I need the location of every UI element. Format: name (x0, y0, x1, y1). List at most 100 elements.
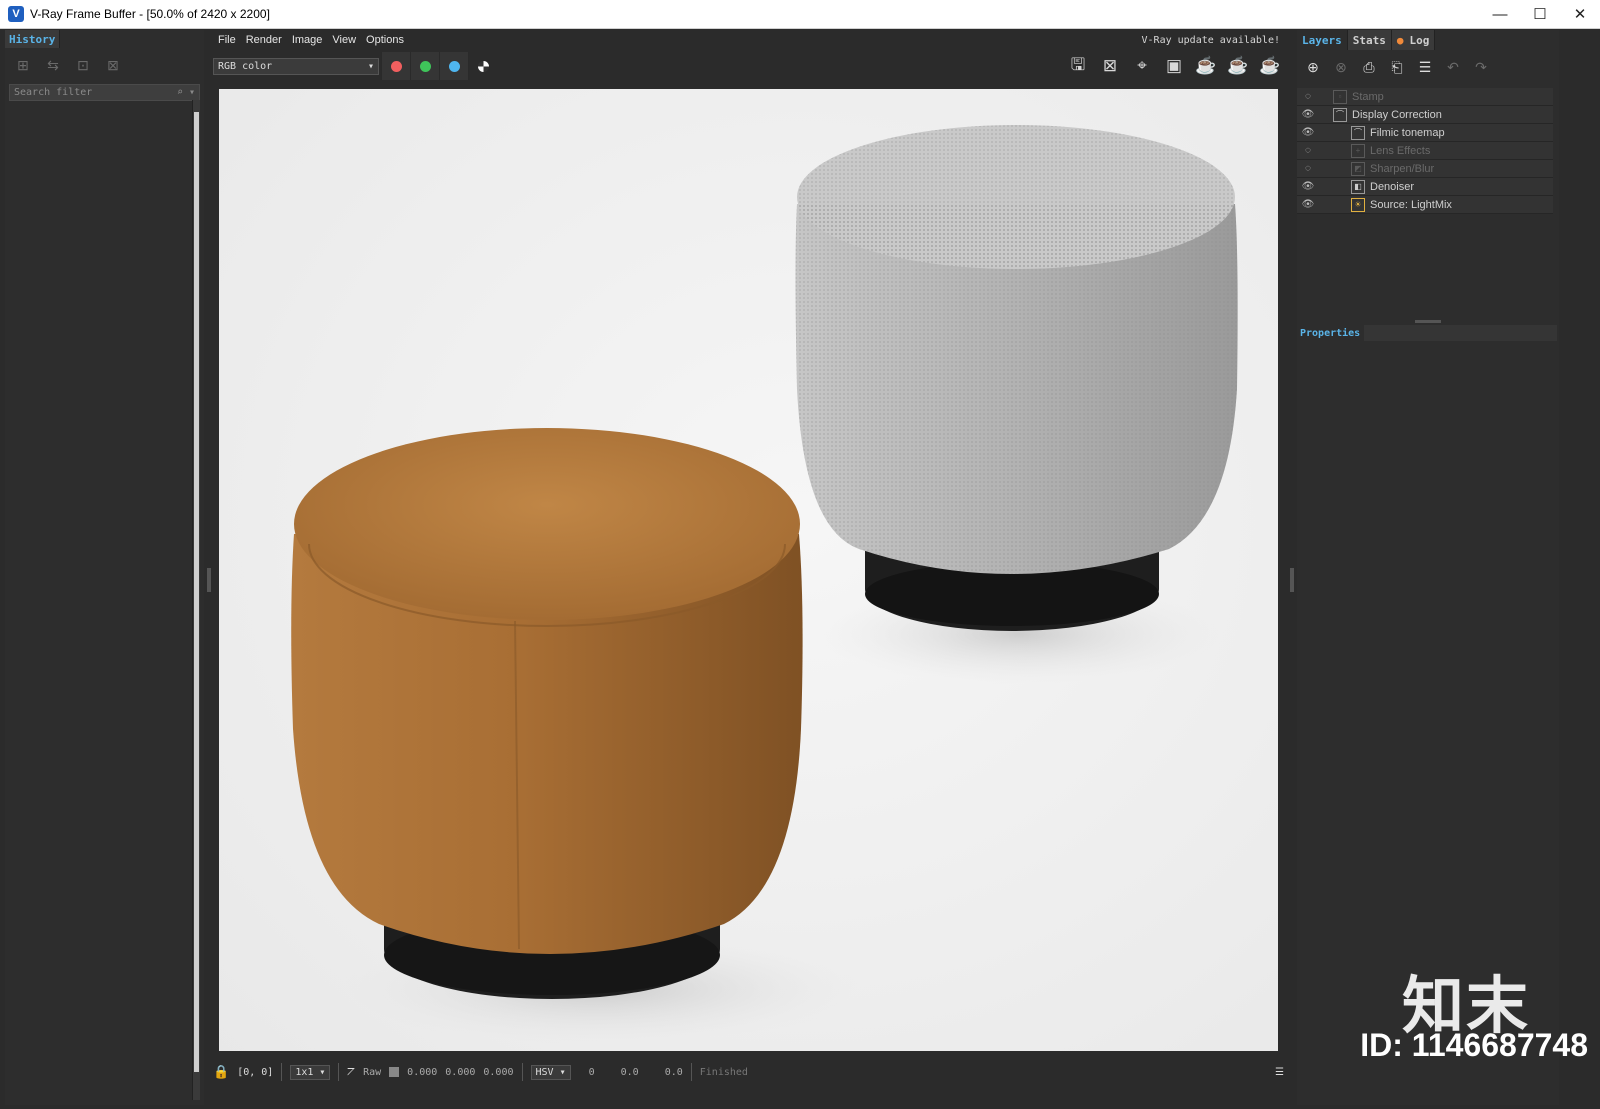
lens-layer-icon: + (1351, 143, 1365, 158)
lightmix-layer-icon: ☀ (1351, 197, 1365, 212)
update-notice[interactable]: V-Ray update available! (1142, 35, 1280, 46)
sharpen-layer-icon: ◩ (1351, 161, 1365, 176)
console-icon[interactable]: ☰ (1275, 1067, 1284, 1078)
render-status: Finished (699, 1066, 748, 1078)
value-g: 0.000 (445, 1066, 476, 1078)
menu-view[interactable]: View (327, 34, 361, 46)
layer-label: Sharpen/Blur (1370, 162, 1435, 175)
redo-icon[interactable]: ↷ (1471, 58, 1491, 76)
right-edge-scrollbar[interactable] (1592, 30, 1600, 1109)
layer-display-correction[interactable]: 👁 ⌒ Display Correction (1297, 106, 1553, 124)
menu-options[interactable]: Options (361, 34, 409, 46)
blue-dot-icon (448, 60, 460, 72)
interactive-render-icon[interactable]: ☕ (1194, 54, 1218, 78)
history-panel: History ⊞ ⇆ ⊡ ⊠ Search filter ⌕ ▾ (5, 30, 204, 1105)
layer-denoiser[interactable]: 👁 ◧ Denoiser (1297, 178, 1553, 196)
red-channel-button[interactable] (381, 52, 410, 80)
eye-icon[interactable]: 👁 (1297, 181, 1319, 192)
tab-stats[interactable]: Stats (1347, 30, 1392, 50)
eye-off-icon[interactable]: ◌ (1297, 163, 1319, 174)
render-viewport[interactable] (219, 89, 1278, 1051)
eye-icon[interactable]: 👁 (1297, 127, 1319, 138)
left-splitter[interactable] (206, 30, 212, 1105)
raw-label: Raw (363, 1066, 382, 1078)
layer-list-icon[interactable]: ☰ (1415, 58, 1435, 76)
layer-source-lightmix[interactable]: 👁 ☀ Source: LightMix (1297, 196, 1553, 214)
tab-log[interactable]: ● Log (1391, 30, 1436, 50)
layer-tree: ◌ ▫ Stamp 👁 ⌒ Display Correction 👁 ⌒ Filmic to… (1297, 88, 1559, 214)
load-layers-icon[interactable]: ⎗ (1387, 58, 1407, 76)
minimize-button[interactable]: — (1480, 0, 1520, 28)
menu-file[interactable]: File (213, 34, 241, 46)
layer-label: Display Correction (1352, 108, 1442, 121)
history-save-icon[interactable]: ⊞ (13, 56, 33, 74)
channel-dropdown[interactable]: RGB color ▾ (213, 57, 379, 75)
value-h: 0 (588, 1066, 595, 1078)
channel-value: RGB color (218, 60, 273, 72)
search-icon[interactable]: ⌕ ▾ (177, 87, 195, 98)
right-splitter[interactable] (1289, 30, 1295, 1105)
track-mouse-icon[interactable]: ⌖ (1130, 54, 1154, 78)
gamma-icon[interactable]: ⦢ (347, 1067, 355, 1078)
save-image-icon[interactable]: 🖫 (1066, 54, 1090, 78)
menu-render[interactable]: Render (241, 34, 287, 46)
panel-resize-grip[interactable] (1415, 320, 1441, 323)
layer-sharpen-blur[interactable]: ◌ ◩ Sharpen/Blur (1297, 160, 1553, 178)
stop-render-icon[interactable]: ☕ (1226, 54, 1250, 78)
sample-size-dropdown[interactable]: 1x1 ▾ (290, 1064, 331, 1080)
history-scrollbar[interactable] (192, 100, 200, 1100)
colorspace-dropdown[interactable]: HSV ▾ (530, 1064, 571, 1080)
properties-header: Properties (1300, 325, 1557, 341)
maximize-button[interactable]: ☐ (1520, 0, 1560, 28)
curve-layer-icon: ⌒ (1333, 107, 1347, 122)
title-bar: V V-Ray Frame Buffer - [50.0% of 2420 x … (0, 0, 1600, 29)
pixel-coords: [0, 0] (237, 1066, 274, 1078)
lock-icon[interactable]: 🔒 (213, 1065, 229, 1080)
layer-label: Stamp (1352, 90, 1384, 103)
log-alert-icon: ● (1396, 33, 1404, 47)
rendered-image (219, 89, 1278, 1051)
layer-label: Source: LightMix (1370, 198, 1452, 211)
eye-off-icon[interactable]: ◌ (1297, 145, 1319, 156)
properties-label: Properties (1300, 327, 1361, 339)
eye-off-icon[interactable]: ◌ (1297, 91, 1319, 102)
layer-filmic-tonemap[interactable]: 👁 ⌒ Filmic tonemap (1297, 124, 1553, 142)
value-b: 0.000 (483, 1066, 514, 1078)
render-icon[interactable]: ☕ (1258, 54, 1282, 78)
toolbar: RGB color ▾ 🖫 ⊠ ⌖ ▣ ☕ ☕ ☕ (213, 52, 1288, 80)
delete-layer-icon[interactable]: ⊗ (1331, 58, 1351, 76)
value-r: 0.000 (407, 1066, 438, 1078)
tab-history[interactable]: History (5, 30, 61, 48)
alpha-icon (477, 60, 489, 72)
layer-label: Filmic tonemap (1370, 126, 1445, 139)
tab-layers[interactable]: Layers (1297, 30, 1348, 50)
save-layers-icon[interactable]: ⎙ (1359, 58, 1379, 76)
layers-panel: Layers Stats ● Log ⊕ ⊗ ⎙ ⎗ ☰ ↶ ↷ ◌ ▫ Stamp … (1297, 30, 1559, 1105)
region-render-icon[interactable]: ▣ (1162, 54, 1186, 78)
history-remove-icon[interactable]: ⊠ (103, 56, 123, 74)
history-search-input[interactable]: Search filter ⌕ ▾ (9, 84, 200, 101)
eye-icon[interactable]: 👁 (1297, 109, 1319, 120)
undo-icon[interactable]: ↶ (1443, 58, 1463, 76)
layer-stamp[interactable]: ◌ ▫ Stamp (1297, 88, 1553, 106)
history-compare-icon[interactable]: ⇆ (43, 56, 63, 74)
close-button[interactable]: ✕ (1560, 0, 1600, 28)
layer-lens-effects[interactable]: ◌ + Lens Effects (1297, 142, 1553, 160)
eye-icon[interactable]: 👁 (1297, 199, 1319, 210)
blue-channel-button[interactable] (439, 52, 468, 80)
layer-label: Lens Effects (1370, 144, 1431, 157)
denoiser-layer-icon: ◧ (1351, 179, 1365, 194)
tab-log-label: Log (1409, 33, 1430, 47)
stamp-layer-icon: ▫ (1333, 89, 1347, 104)
green-channel-button[interactable] (410, 52, 439, 80)
clear-image-icon[interactable]: ⊠ (1098, 54, 1122, 78)
value-s: 0.0 (620, 1066, 639, 1078)
menu-image[interactable]: Image (287, 34, 328, 46)
colorspace-value: HSV (535, 1066, 554, 1078)
window-title: V-Ray Frame Buffer - [50.0% of 2420 x 22… (30, 7, 270, 21)
status-bar: 🔒 [0, 0] 1x1 ▾ ⦢ Raw 0.000 0.000 0.000 H… (213, 1061, 1288, 1083)
add-layer-icon[interactable]: ⊕ (1303, 58, 1323, 76)
history-load-icon[interactable]: ⊡ (73, 56, 93, 74)
vray-logo-icon: V (8, 6, 24, 22)
alpha-channel-button[interactable] (468, 52, 497, 80)
